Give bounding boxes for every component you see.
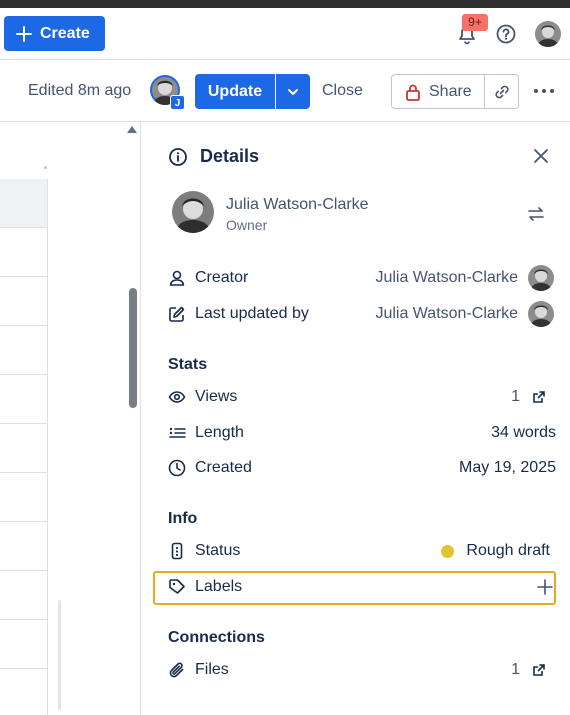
update-button[interactable]: Update (195, 74, 275, 109)
change-owner-icon[interactable] (527, 205, 545, 223)
paperclip-icon (168, 661, 186, 679)
status-label: Status (195, 542, 241, 559)
more-dot (542, 89, 546, 93)
views-count: 1 (511, 388, 520, 405)
update-options-button[interactable] (276, 74, 310, 109)
table-row (0, 620, 47, 669)
status-text: Rough draft (466, 542, 550, 559)
creator-value[interactable]: Julia Watson-Clarke (375, 265, 554, 291)
share-button-label: Share (429, 82, 472, 100)
last-updated-avatar (528, 301, 554, 327)
table-row (0, 375, 47, 424)
edit-icon (168, 305, 186, 323)
status-value[interactable]: Rough draft (441, 542, 550, 560)
table-row (0, 424, 47, 473)
close-icon[interactable] (532, 147, 550, 165)
editor-dot (44, 166, 47, 169)
connections-heading: Connections (168, 629, 265, 646)
details-panel: Details Julia Watson-Clarke Owner Creato… (142, 122, 570, 715)
page-toolbar: Edited 8m ago J Update Close Share (0, 60, 570, 122)
scroll-up-arrow[interactable] (127, 126, 137, 133)
clock-icon (168, 459, 186, 477)
list-icon (168, 424, 186, 442)
created-value: May 19, 2025 (459, 459, 556, 476)
views-row: Views 1 (168, 383, 554, 411)
length-value: 34 words (491, 424, 556, 441)
tag-icon (168, 578, 186, 596)
owner-role: Owner (226, 217, 268, 233)
files-count: 1 (511, 661, 520, 678)
length-label: Length (195, 424, 244, 441)
close-button[interactable]: Close (322, 82, 363, 100)
labels-label: Labels (195, 578, 243, 595)
plus-icon (537, 579, 553, 595)
last-updated-name: Julia Watson-Clarke (375, 305, 518, 322)
external-link-icon (533, 664, 545, 676)
table-row (0, 473, 47, 522)
horizontal-scroll-hint (58, 600, 61, 710)
scrollbar-thumb[interactable] (129, 288, 137, 408)
files-value[interactable]: 1 (511, 661, 546, 679)
more-actions-button[interactable] (530, 86, 558, 96)
table-row (0, 522, 47, 571)
top-nav: Create 9+ (0, 8, 570, 60)
table-row (0, 326, 47, 375)
files-label: Files (195, 661, 229, 678)
create-button[interactable]: Create (4, 16, 105, 51)
more-dot (534, 89, 538, 93)
views-value[interactable]: 1 (511, 388, 546, 406)
help-icon[interactable] (495, 23, 517, 45)
status-color-dot (441, 544, 455, 558)
copy-link-button[interactable] (484, 74, 519, 109)
owner-avatar[interactable] (172, 191, 214, 233)
person-icon (168, 269, 186, 287)
edited-status: Edited 8m ago (28, 82, 132, 99)
creator-row: Creator Julia Watson-Clarke (168, 264, 554, 292)
last-updated-value[interactable]: Julia Watson-Clarke (375, 301, 554, 327)
table-row (0, 228, 47, 277)
chevron-down-icon (288, 88, 298, 95)
length-row: Length 34 words (168, 419, 556, 447)
last-updated-row: Last updated by Julia Watson-Clarke (168, 300, 554, 328)
last-updated-label: Last updated by (195, 305, 309, 322)
top-strip (0, 0, 570, 8)
views-label: Views (195, 388, 238, 405)
eye-icon (168, 388, 186, 406)
table-header-row (0, 179, 47, 228)
plus-icon (16, 25, 32, 42)
user-avatar[interactable] (535, 21, 561, 47)
status-row: Status Rough draft (168, 537, 554, 565)
created-label: Created (195, 459, 252, 476)
add-label-button[interactable] (536, 578, 554, 596)
labels-row[interactable]: Labels (168, 573, 554, 601)
create-button-label: Create (40, 24, 90, 42)
stats-heading: Stats (168, 356, 208, 373)
status-icon (168, 542, 186, 560)
details-header: Details (168, 146, 259, 167)
table-row (0, 571, 47, 620)
external-link-icon (533, 391, 545, 403)
share-button[interactable]: Share (391, 74, 485, 109)
editor-area[interactable] (0, 122, 141, 715)
lock-icon (406, 84, 420, 101)
creator-avatar (528, 265, 554, 291)
created-row: Created May 19, 2025 (168, 454, 556, 482)
info-icon (169, 147, 187, 166)
creator-label: Creator (195, 269, 249, 286)
files-row: Files 1 (168, 656, 554, 684)
notification-badge: 9+ (462, 14, 488, 31)
table-row (0, 277, 47, 326)
more-dot (550, 89, 554, 93)
creator-name: Julia Watson-Clarke (375, 269, 518, 286)
owner-name: Julia Watson-Clarke (226, 196, 369, 213)
collaborator-initial-badge: J (170, 95, 185, 110)
link-icon (494, 85, 509, 98)
details-title: Details (200, 146, 260, 166)
info-heading: Info (168, 510, 198, 527)
content-table[interactable] (0, 179, 48, 715)
